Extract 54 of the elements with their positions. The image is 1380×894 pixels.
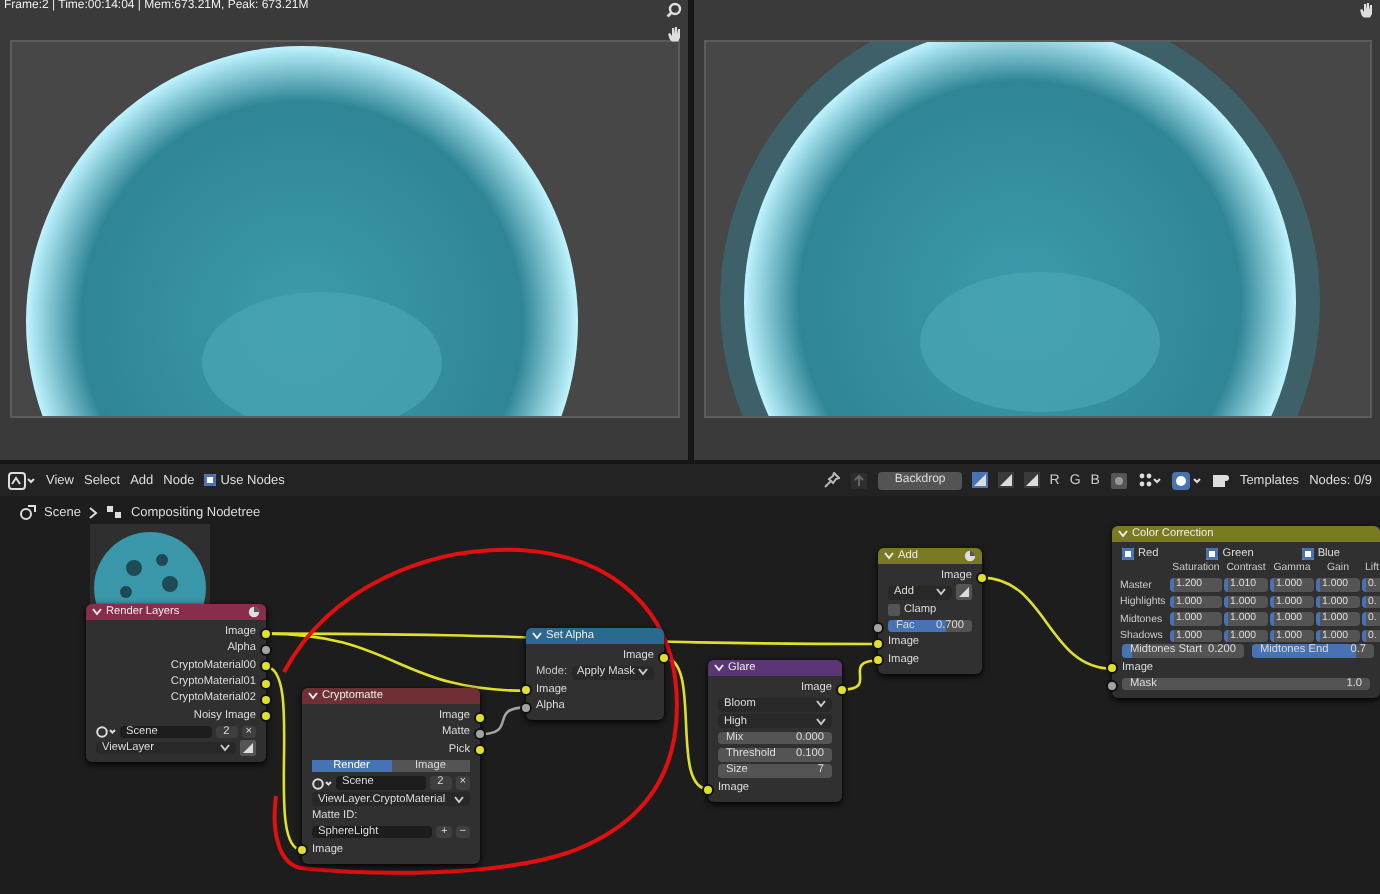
- layers-icon[interactable]: [240, 740, 256, 757]
- arrow-up-icon[interactable]: [850, 471, 869, 489]
- socket[interactable]: [835, 683, 848, 696]
- socket[interactable]: [296, 844, 309, 857]
- socket[interactable]: [259, 693, 272, 706]
- sidebar-icon[interactable]: [1211, 471, 1230, 489]
- pin-icon[interactable]: [824, 472, 841, 488]
- socket[interactable]: [473, 744, 486, 757]
- socket[interactable]: [872, 637, 885, 650]
- caret-icon: [638, 668, 648, 677]
- caret-icon: [220, 744, 230, 753]
- caret-icon: [936, 588, 946, 597]
- snap-icon[interactable]: [1109, 471, 1128, 489]
- socket[interactable]: [657, 651, 670, 664]
- socket[interactable]: [259, 644, 272, 657]
- zoom-icon[interactable]: [665, 2, 681, 18]
- hand-icon[interactable]: [1358, 2, 1374, 18]
- caret-icon: [454, 795, 464, 804]
- layers-icon[interactable]: [956, 584, 972, 601]
- hand-icon[interactable]: [665, 26, 681, 42]
- socket[interactable]: [259, 627, 272, 640]
- socket[interactable]: [520, 684, 533, 697]
- socket[interactable]: [473, 711, 486, 724]
- collapse-caret-icon[interactable]: [884, 552, 894, 560]
- preview-toggle-icon[interactable]: [964, 550, 976, 562]
- scene-icon: [96, 724, 116, 739]
- socket[interactable]: [702, 783, 715, 796]
- overlay-icon[interactable]: [1171, 471, 1202, 489]
- channel-icon[interactable]: [997, 472, 1014, 488]
- preview-toggle-icon[interactable]: [248, 606, 260, 618]
- socket[interactable]: [975, 571, 988, 584]
- socket[interactable]: [520, 701, 533, 714]
- collapse-caret-icon[interactable]: [92, 608, 102, 616]
- collapse-caret-icon[interactable]: [532, 632, 542, 640]
- channel-icon[interactable]: [971, 472, 988, 488]
- grid-dots-icon[interactable]: [1137, 471, 1162, 489]
- socket[interactable]: [473, 728, 486, 741]
- socket[interactable]: [1106, 679, 1119, 692]
- socket[interactable]: [259, 710, 272, 723]
- chevron-icon: [88, 505, 99, 519]
- editor-type-icon[interactable]: [8, 471, 36, 489]
- node-tree-icon: [106, 504, 123, 520]
- collapse-caret-icon[interactable]: [308, 692, 318, 700]
- collapse-caret-icon[interactable]: [1118, 530, 1128, 538]
- socket[interactable]: [1106, 662, 1119, 675]
- collapse-caret-icon[interactable]: [714, 664, 724, 672]
- socket[interactable]: [259, 677, 272, 690]
- scene-icon: [312, 775, 332, 790]
- scene-icon: [20, 504, 36, 520]
- channel-icon[interactable]: [1023, 472, 1040, 488]
- socket[interactable]: [872, 621, 885, 634]
- node-panel[interactable]: [1112, 526, 1380, 699]
- socket[interactable]: [872, 654, 885, 667]
- socket[interactable]: [259, 660, 272, 673]
